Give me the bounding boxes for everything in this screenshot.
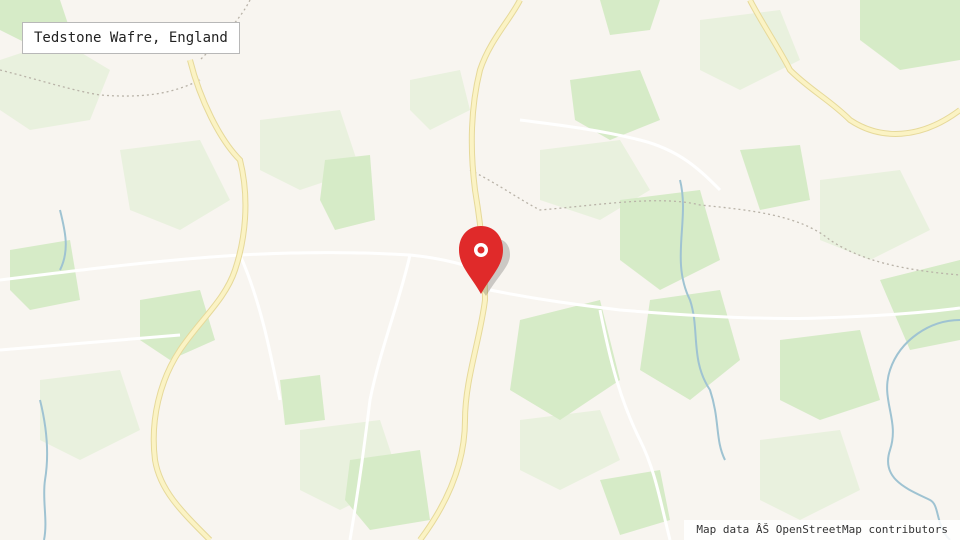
location-label: Tedstone Wafre, England	[22, 22, 240, 54]
map-attribution: Map data ÂŠ OpenStreetMap contributors	[684, 520, 960, 540]
map-canvas[interactable]	[0, 0, 960, 540]
